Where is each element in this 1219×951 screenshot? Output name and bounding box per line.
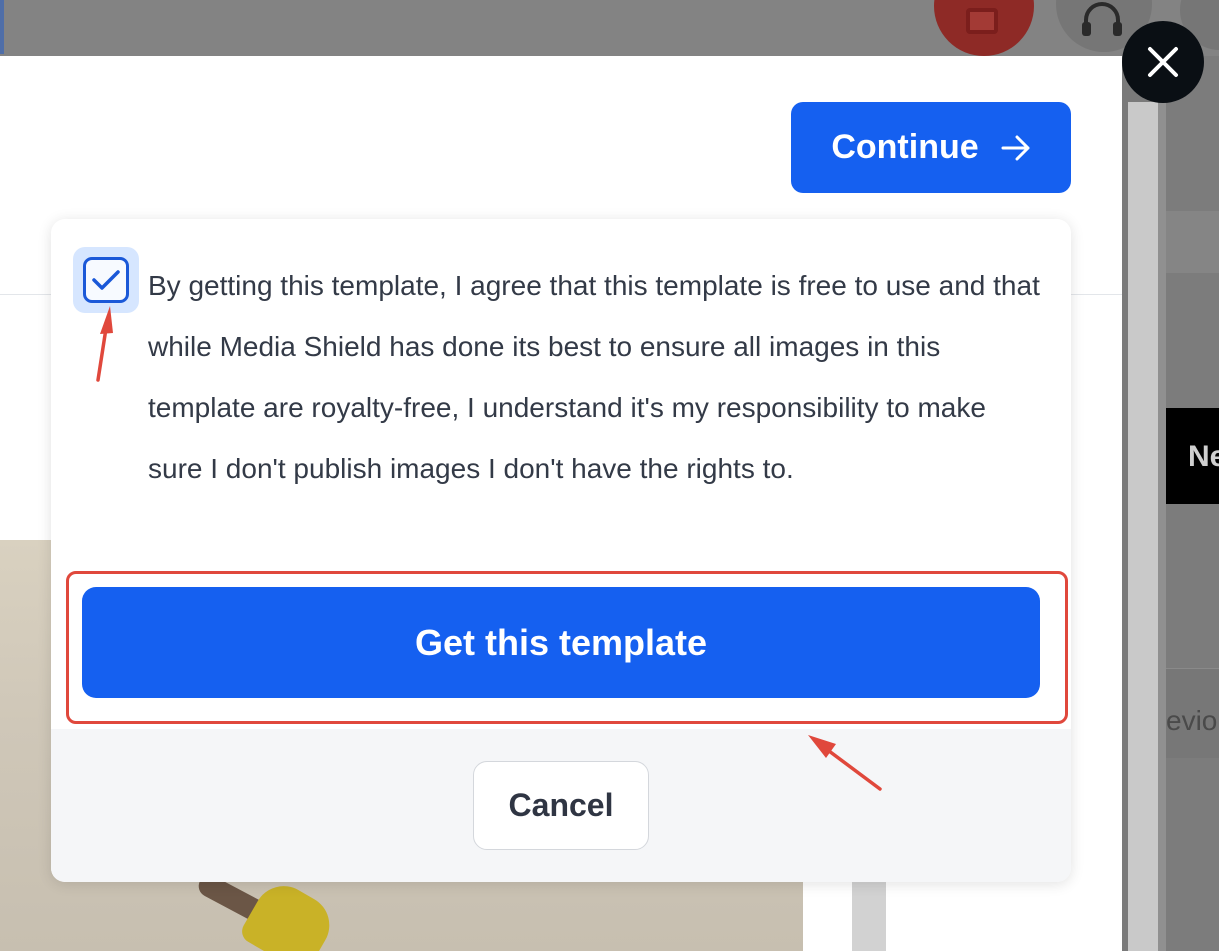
background-topbar [0,0,1219,56]
ticket-icon [966,8,998,34]
topbar-edge-accent [0,0,4,54]
background-dark-button: Ne [1166,408,1219,504]
checkmark-icon [92,270,120,290]
scrollbar-track[interactable] [1128,102,1158,951]
continue-button[interactable]: Continue [791,102,1071,193]
ticket-avatar-button[interactable] [934,0,1034,56]
consent-checkbox[interactable] [73,247,139,313]
cancel-button[interactable]: Cancel [473,761,649,850]
continue-label: Continue [831,128,979,166]
preview-side-strip [852,880,886,951]
get-template-button[interactable]: Get this template [82,587,1040,698]
background-right-page: Ne evio [1166,56,1219,951]
background-row: evio [1166,668,1219,758]
close-icon [1148,47,1178,77]
close-button[interactable] [1122,21,1204,103]
arrow-right-icon [1001,135,1030,160]
consent-text: By getting this template, I agree that t… [148,270,1040,484]
headset-icon [1082,2,1122,36]
scrollbar-edge [1158,102,1166,951]
checkbox-box [83,257,129,303]
